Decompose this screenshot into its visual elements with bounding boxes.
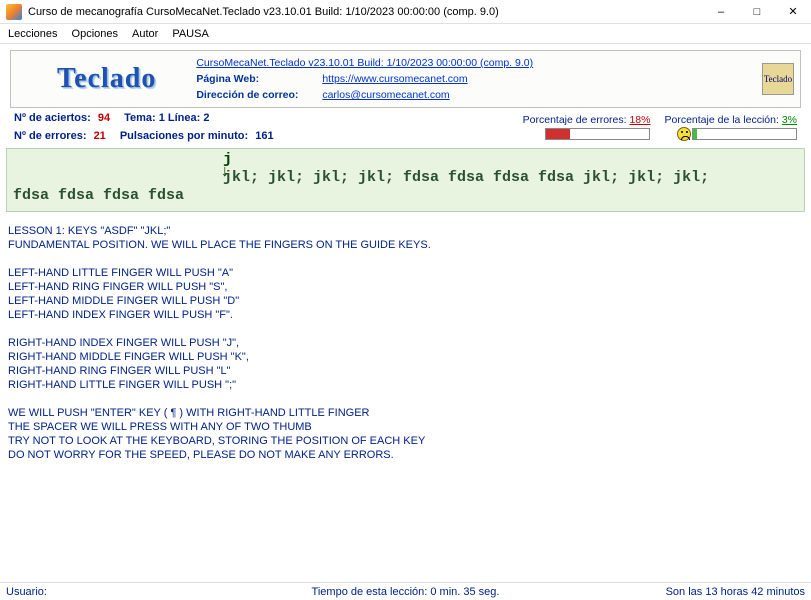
minimize-button[interactable]: – <box>703 0 739 24</box>
ppm-value: 161 <box>255 130 273 142</box>
lesson-bar <box>692 128 797 140</box>
lesson-percentage-block: Porcentaje de la lección: 3% <box>664 114 797 140</box>
maximize-button[interactable]: □ <box>739 0 775 24</box>
menu-autor[interactable]: Autor <box>132 28 158 40</box>
error-percentage-block: Porcentaje de errores: 18% <box>523 114 651 140</box>
menu-pausa[interactable]: PAUSA <box>172 28 208 40</box>
aciertos-label: Nº de aciertos: <box>14 112 91 124</box>
menu-lecciones[interactable]: Lecciones <box>8 28 58 40</box>
app-icon <box>6 4 22 20</box>
errores-label: Nº de errores: <box>14 130 87 142</box>
web-link[interactable]: https://www.cursomecanet.com <box>322 71 467 87</box>
down-arrow-icon: ↓ <box>220 163 230 182</box>
logo: Teclado <box>17 63 196 95</box>
tema-label: Tema: 1 Línea: 2 <box>124 112 209 124</box>
aciertos-value: 94 <box>98 112 110 124</box>
lesson-text: LESSON 1: KEYS "ASDF" "JKL;" FUNDAMENTAL… <box>0 216 811 470</box>
stats-row: Nº de aciertos: 94 Tema: 1 Línea: 2 Nº d… <box>0 112 811 142</box>
window-title: Curso de mecanografía CursoMecaNet.Tecla… <box>28 6 703 18</box>
error-bar <box>545 128 650 140</box>
window-titlebar: Curso de mecanografía CursoMecaNet.Tecla… <box>0 0 811 24</box>
status-user: Usuario: <box>6 586 47 598</box>
lesson-pct-value: 3% <box>782 114 797 126</box>
error-pct-value: 18% <box>629 114 650 126</box>
mail-link[interactable]: carlos@cursomecanet.com <box>322 87 449 103</box>
header-app-icon: Teclado <box>762 63 794 95</box>
sad-face-icon <box>677 127 691 141</box>
menu-opciones[interactable]: Opciones <box>72 28 118 40</box>
ppm-label: Pulsaciones por minuto: <box>120 130 248 142</box>
web-label: Página Web: <box>196 71 316 87</box>
typing-line-1: jkl; jkl; jkl; jkl; fdsa fdsa fdsa fdsa … <box>13 169 798 187</box>
errores-value: 21 <box>94 130 106 142</box>
header-panel: Teclado CursoMecaNet.Teclado v23.10.01 B… <box>10 50 801 108</box>
close-button[interactable]: ✕ <box>775 0 811 24</box>
mail-label: Dirección de correo: <box>196 87 316 103</box>
typing-line-2: fdsa fdsa fdsa fdsa <box>13 187 798 205</box>
menubar: Lecciones Opciones Autor PAUSA <box>0 24 811 44</box>
statusbar: Usuario: Tiempo de esta lección: 0 min. … <box>0 582 811 600</box>
title-link[interactable]: CursoMecaNet.Teclado v23.10.01 Build: 1/… <box>196 55 533 71</box>
status-time: Tiempo de esta lección: 0 min. 35 seg. <box>312 586 500 598</box>
status-clock: Son las 13 horas 42 minutos <box>666 586 805 598</box>
typing-area[interactable]: j ↓ jkl; jkl; jkl; jkl; fdsa fdsa fdsa f… <box>6 148 805 212</box>
